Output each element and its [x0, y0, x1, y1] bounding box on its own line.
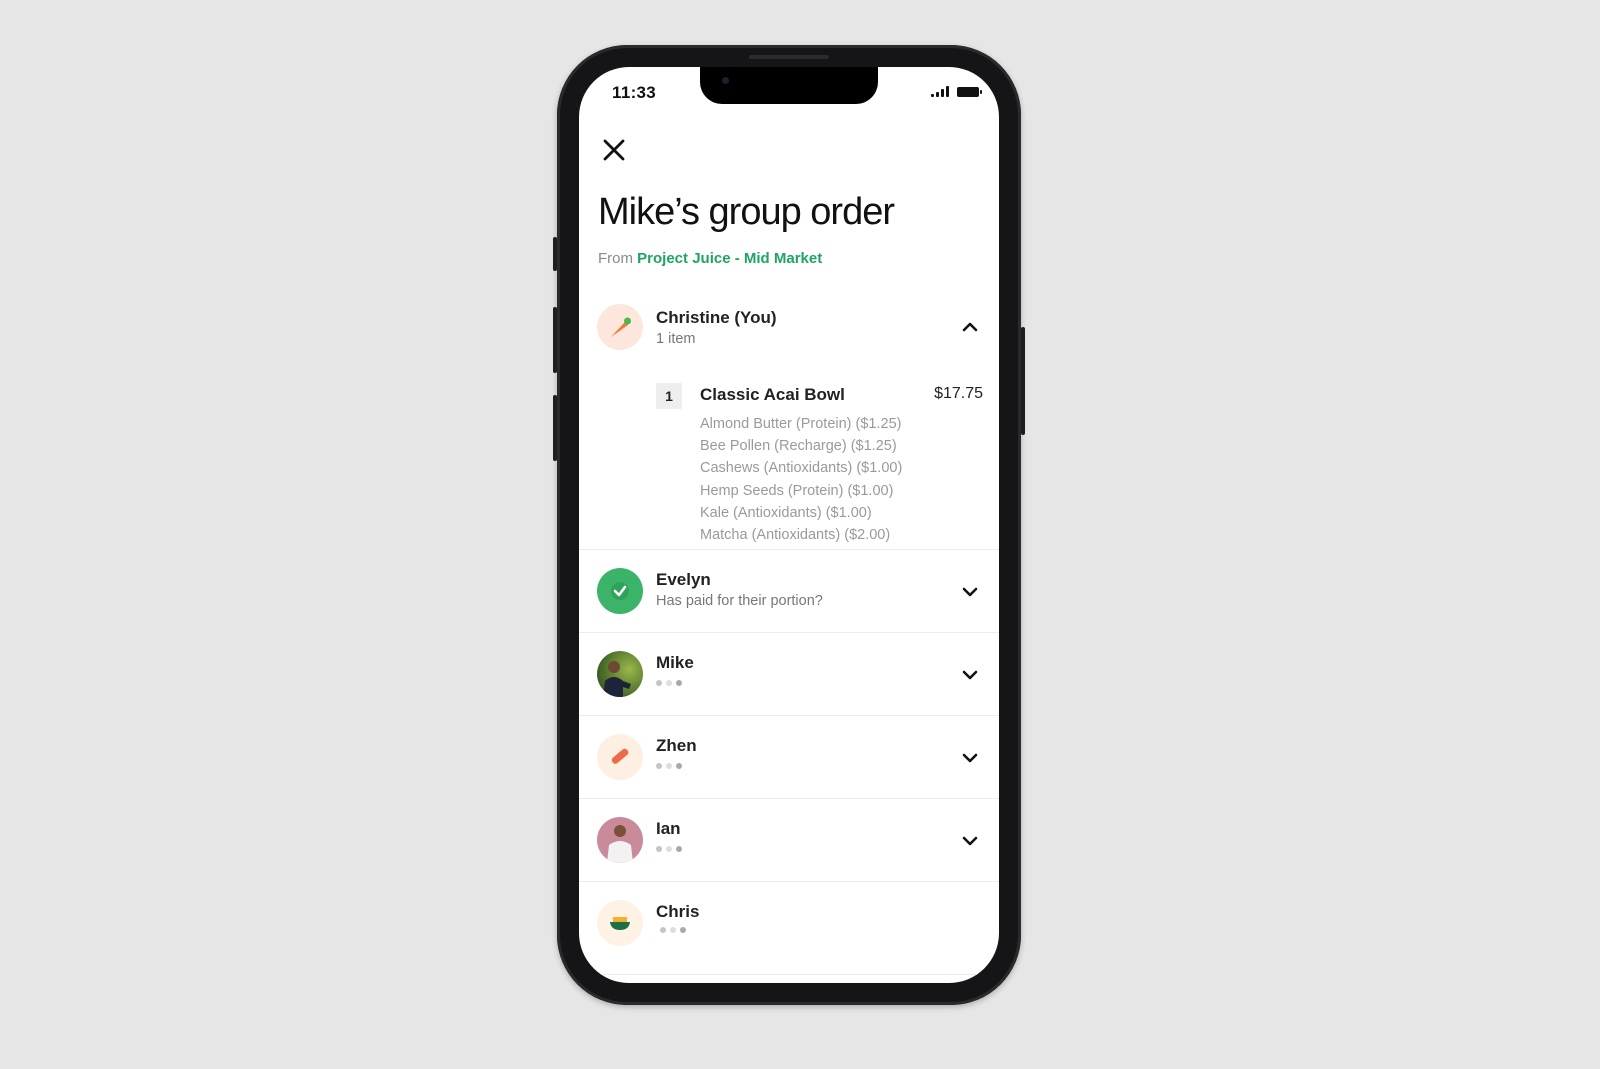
bowl-icon	[597, 900, 643, 946]
battery-icon	[957, 87, 982, 97]
member-name: Evelyn	[656, 570, 711, 589]
page-title: Mike’s group order	[598, 191, 895, 233]
member-row-mike[interactable]: Mike	[579, 633, 999, 716]
camera	[722, 77, 729, 84]
item-name: Classic Acai Bowl	[700, 385, 845, 404]
member-subtitle: Has paid for their portion?	[656, 593, 823, 609]
loading-dots	[656, 846, 682, 852]
member-name: Christine (You)	[656, 308, 777, 327]
item-option: Kale (Antioxidants) ($1.00)	[700, 504, 872, 521]
member-row-chris[interactable]: Chris	[579, 882, 999, 975]
app-screen: 11:33 Mike’s group order From Project Ju…	[579, 67, 999, 983]
member-name: Chris	[656, 902, 700, 921]
check-icon	[597, 568, 643, 614]
loading-dots	[656, 680, 682, 686]
member-name: Zhen	[656, 736, 697, 755]
chevron-down-icon[interactable]	[961, 586, 979, 598]
volume-up-button	[553, 307, 557, 373]
item-option: Almond Butter (Protein) ($1.25)	[700, 416, 902, 432]
photo-avatar	[597, 817, 643, 863]
member-name: Ian	[656, 819, 681, 838]
photo-avatar	[597, 651, 643, 697]
from-label: From	[598, 250, 633, 267]
member-row-ian[interactable]: Ian	[579, 799, 999, 882]
phone-frame: 11:33 Mike’s group order From Project Ju…	[553, 45, 1025, 1005]
loading-dots	[660, 927, 686, 933]
signal-icon	[931, 85, 949, 97]
member-subtitle: 1 item	[656, 331, 696, 347]
loading-dots	[656, 763, 682, 769]
member-row-christine[interactable]: Christine (You) 1 item 1 Classic Acai Bo…	[579, 299, 999, 550]
item-options: Almond Butter (Protein) ($1.25) Bee Poll…	[700, 413, 902, 546]
member-row-zhen[interactable]: Zhen	[579, 716, 999, 799]
speaker-grille	[749, 55, 829, 59]
bacon-icon	[597, 734, 643, 780]
item-option: Hemp Seeds (Protein) ($1.00)	[700, 482, 894, 499]
chevron-down-icon[interactable]	[961, 835, 979, 847]
restaurant-line: From Project Juice - Mid Market	[598, 250, 822, 267]
item-option: Cashews (Antioxidants) ($1.00)	[700, 460, 903, 477]
volume-down-button	[553, 395, 557, 461]
status-icons	[931, 85, 982, 97]
member-row-evelyn[interactable]: Evelyn Has paid for their portion?	[579, 550, 999, 633]
close-icon[interactable]	[601, 137, 627, 163]
silent-switch	[553, 237, 557, 271]
status-time: 11:33	[612, 83, 657, 102]
item-option: Matcha (Antioxidants) ($2.00)	[700, 527, 891, 544]
notch	[700, 67, 878, 104]
chevron-down-icon[interactable]	[961, 669, 979, 681]
item-option: Bee Pollen (Recharge) ($1.25)	[700, 438, 897, 455]
power-button	[1021, 327, 1025, 435]
restaurant-link[interactable]: Project Juice - Mid Market	[637, 250, 822, 267]
item-price: $17.75	[934, 385, 983, 402]
member-name: Mike	[656, 653, 694, 672]
chevron-down-icon[interactable]	[961, 752, 979, 764]
item-quantity: 1	[656, 383, 682, 409]
chevron-up-icon[interactable]	[961, 321, 979, 333]
carrot-icon	[597, 304, 643, 350]
